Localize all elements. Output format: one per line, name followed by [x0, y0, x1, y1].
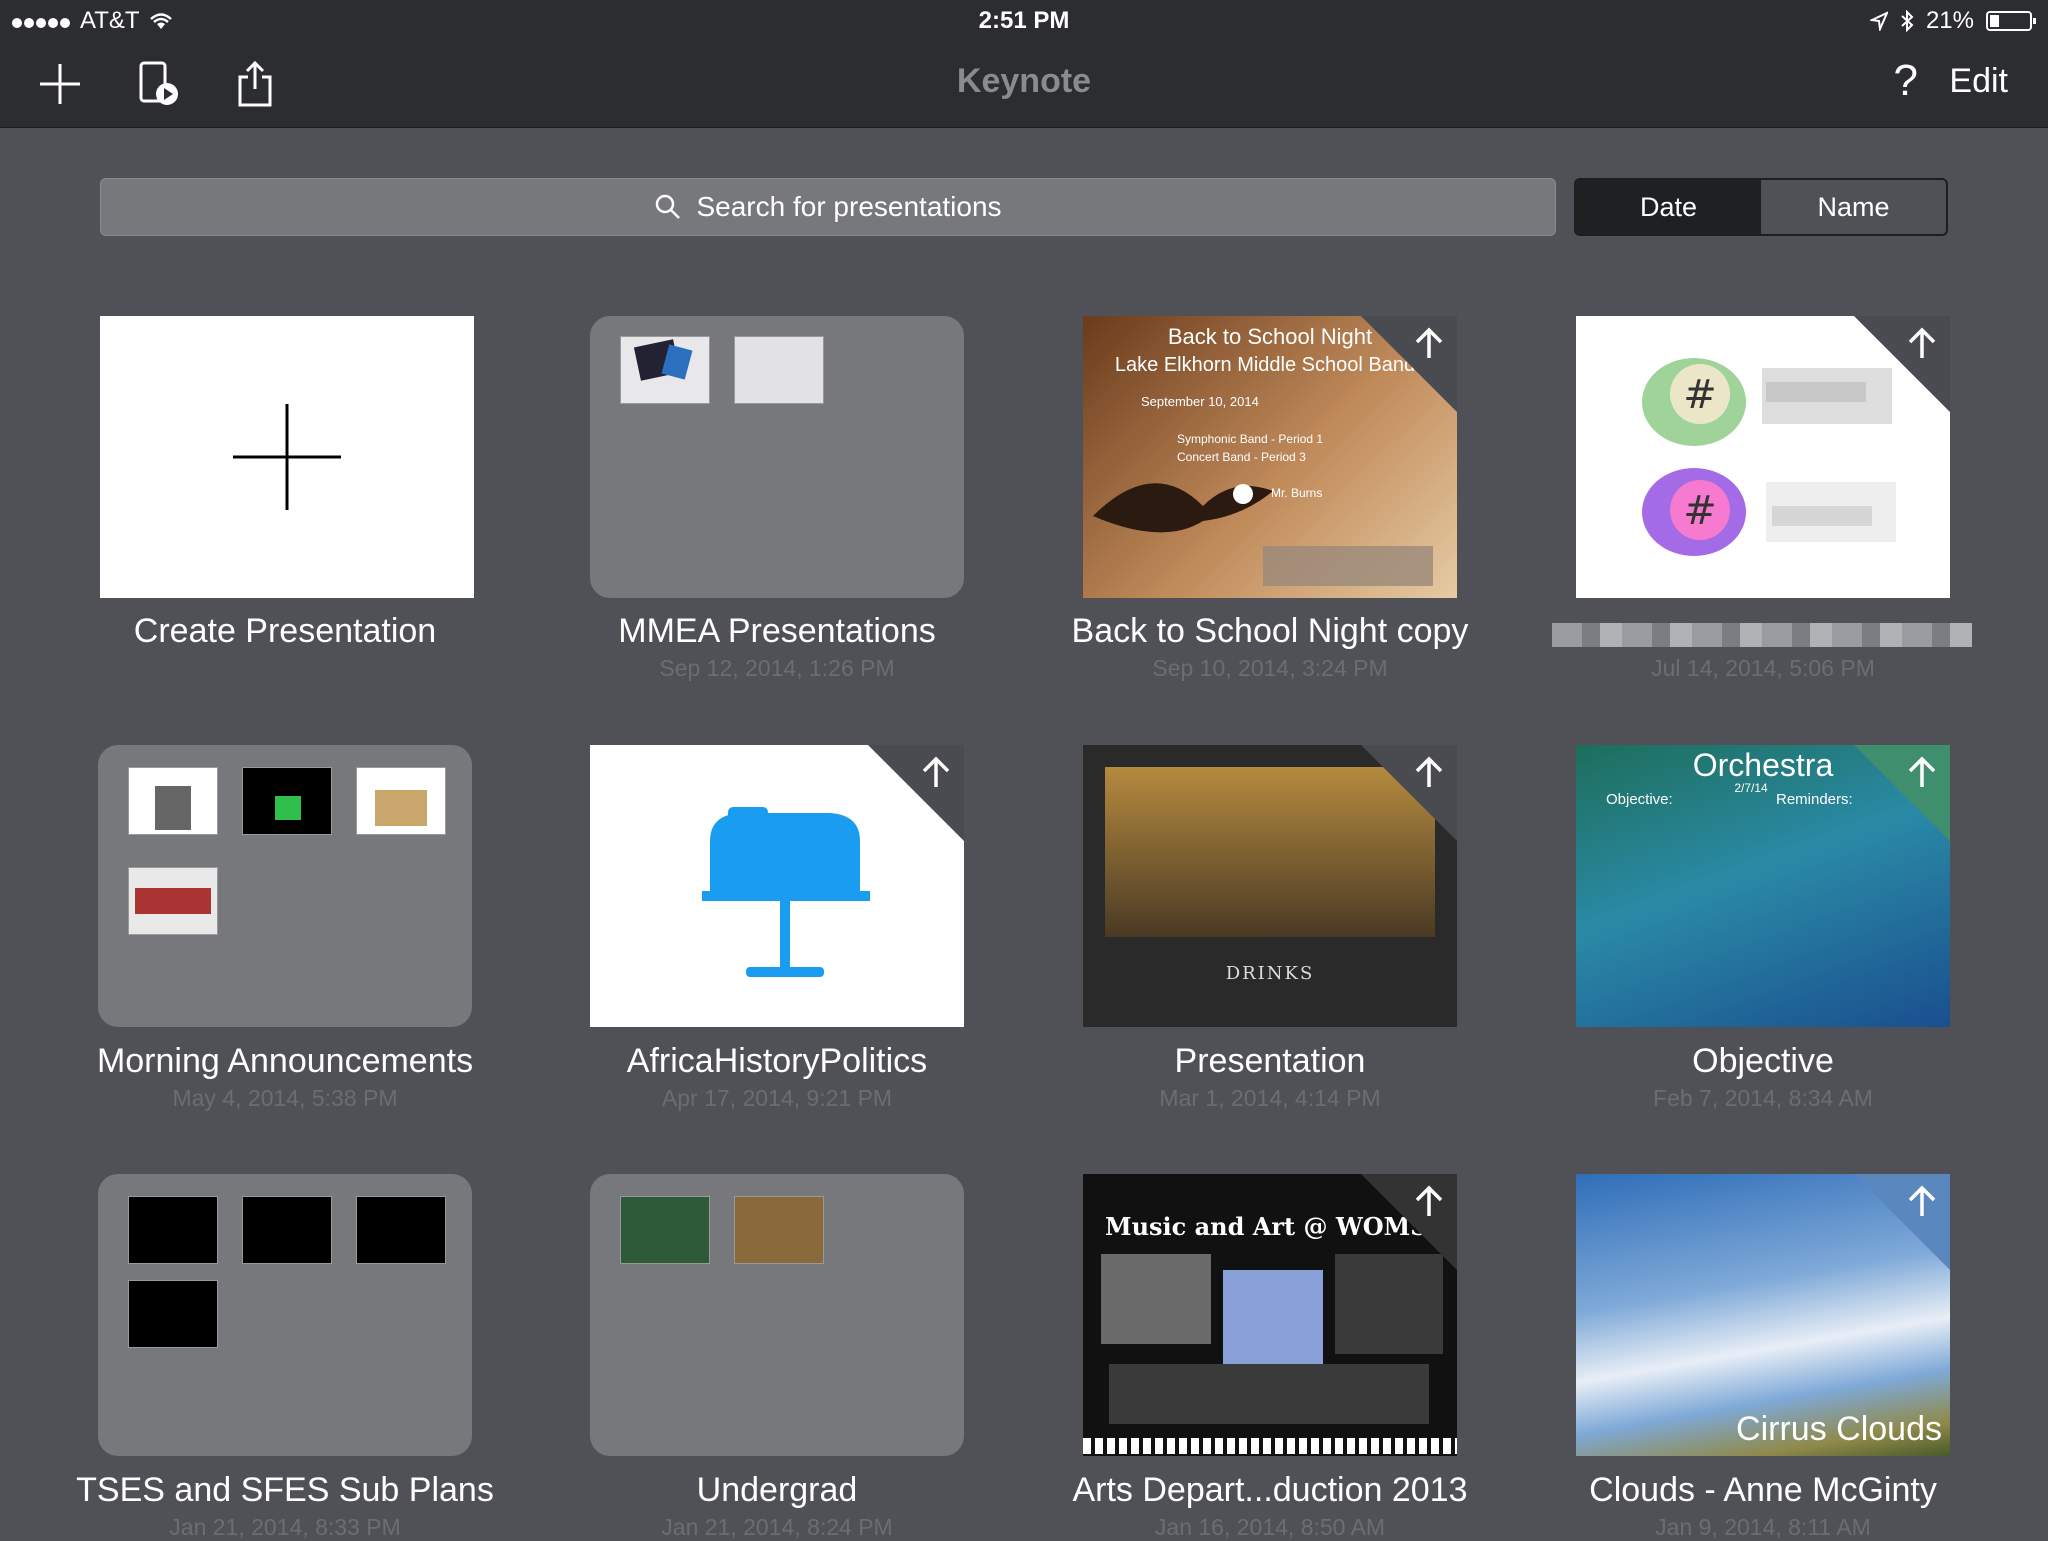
toolbar: Keynote ? Edit: [0, 40, 2048, 128]
svg-text:#: #: [1683, 372, 1717, 418]
mini-slide: [128, 767, 218, 835]
slide-photo: [1101, 1254, 1211, 1344]
tile-title: Morning Announcements: [96, 1042, 474, 1080]
slide-label: Objective:: [1606, 791, 1673, 808]
tile-title: Back to School Night copy: [1071, 612, 1469, 650]
tile-title: TSES and SFES Sub Plans: [76, 1471, 494, 1509]
redacted-block: [1109, 1364, 1429, 1424]
folder-thumb: [98, 745, 472, 1027]
mini-slide: [128, 867, 218, 935]
tile-title: Presentation: [1174, 1042, 1366, 1080]
slide-title: Cirrus Clouds: [1736, 1410, 1942, 1448]
plus-icon: [233, 404, 341, 510]
presentation-tile[interactable]: # #: [1576, 316, 1950, 598]
tile-title: Clouds - Anne McGinty: [1589, 1471, 1937, 1509]
mini-slide: [620, 1196, 710, 1264]
slide-line: Concert Band - Period 3: [1177, 450, 1306, 464]
edit-button[interactable]: Edit: [1949, 62, 2008, 101]
presentation-tile[interactable]: Music and Art @ WOMS: [1083, 1174, 1457, 1456]
presentation-thumb: Cirrus Clouds: [1576, 1174, 1950, 1456]
tile-date: Jan 16, 2014, 8:50 AM: [1154, 1514, 1386, 1540]
slide-photo: [1223, 1270, 1323, 1366]
battery-percent: 21%: [1925, 7, 1974, 34]
presentation-thumb: Orchestra 2/7/14 Objective: Reminders:: [1576, 745, 1950, 1027]
bluetooth-icon: [1901, 10, 1914, 32]
folder-thumb: [98, 1174, 472, 1456]
folder-tile[interactable]: [98, 1174, 472, 1456]
mini-slide: [128, 1196, 218, 1264]
mini-slide: [128, 1280, 218, 1348]
mini-slide: [734, 1196, 824, 1264]
sort-date-button[interactable]: Date: [1576, 180, 1761, 234]
upload-arrow-icon[interactable]: [1411, 1184, 1447, 1220]
tile-date: Apr 17, 2014, 9:21 PM: [661, 1085, 893, 1111]
mini-slide: [734, 336, 824, 404]
help-button[interactable]: ?: [1894, 56, 1918, 106]
folder-thumb: [590, 316, 964, 598]
search-placeholder: Search for presentations: [696, 191, 1002, 222]
tile-date: Sep 12, 2014, 1:26 PM: [659, 655, 895, 681]
slide-date: September 10, 2014: [1141, 394, 1259, 409]
tile-date: Mar 1, 2014, 4:14 PM: [1159, 1085, 1381, 1111]
tile-title: Arts Depart...duction 2013: [1072, 1471, 1468, 1509]
folder-tile[interactable]: [590, 316, 964, 598]
tile-date: Jul 14, 2014, 5:06 PM: [1651, 655, 1875, 681]
status-right: 21%: [1869, 7, 2036, 35]
presentation-tile[interactable]: DRINKS: [1083, 745, 1457, 1027]
presentation-tile[interactable]: [590, 745, 964, 1027]
slide-line: Symphonic Band - Period 1: [1177, 432, 1324, 446]
tile-date: Jan 21, 2014, 8:33 PM: [169, 1514, 401, 1540]
piano-keys: [1083, 1438, 1457, 1454]
slide-title: DRINKS: [1225, 963, 1315, 984]
svg-text:#: #: [1683, 488, 1717, 534]
presentation-thumb: [590, 745, 964, 1027]
tile-title: Undergrad: [696, 1471, 858, 1509]
tile-date: Jan 21, 2014, 8:24 PM: [661, 1514, 893, 1540]
clock: 2:51 PM: [978, 7, 1070, 34]
mini-slide: [620, 336, 710, 404]
tile-date: May 4, 2014, 5:38 PM: [172, 1085, 398, 1111]
mini-slide: [242, 1196, 332, 1264]
tile-title: Objective: [1692, 1042, 1834, 1080]
tile-title: MMEA Presentations: [618, 612, 936, 650]
tile-title: Create Presentation: [133, 612, 437, 650]
upload-arrow-icon[interactable]: [1411, 755, 1447, 791]
slide-label: Reminders:: [1776, 791, 1853, 808]
mini-slide: [242, 767, 332, 835]
mini-slide: [356, 1196, 446, 1264]
upload-arrow-icon[interactable]: [1904, 326, 1940, 362]
app-title: Keynote: [956, 62, 1092, 100]
presentation-thumb: Music and Art @ WOMS: [1083, 1174, 1457, 1456]
tile-date: Sep 10, 2014, 3:24 PM: [1152, 655, 1388, 681]
presentation-tile[interactable]: Back to School Night Lake Elkhorn Middle…: [1083, 316, 1457, 598]
tablet-image: [633, 339, 693, 381]
presentation-thumb: DRINKS: [1083, 745, 1457, 1027]
slide-teacher: Mr. Burns: [1271, 486, 1323, 500]
status-bar: AT&T 2:51 PM 21%: [0, 0, 2048, 40]
upload-arrow-icon[interactable]: [1411, 326, 1447, 362]
tile-date: Jan 9, 2014, 8:11 AM: [1655, 1514, 1871, 1540]
search-icon: [656, 194, 681, 219]
create-presentation-tile[interactable]: [100, 316, 474, 598]
search-input[interactable]: Search for presentations: [100, 178, 1556, 236]
mini-slide: [356, 767, 446, 835]
create-thumb: [100, 316, 474, 598]
tile-date: Feb 7, 2014, 8:34 AM: [1653, 1085, 1873, 1111]
folder-tile[interactable]: [98, 745, 472, 1027]
location-icon: [1869, 11, 1888, 31]
folder-thumb: [590, 1174, 964, 1456]
upload-arrow-icon[interactable]: [1904, 755, 1940, 791]
tile-title: AfricaHistoryPolitics: [626, 1042, 928, 1080]
presentation-thumb: Back to School Night Lake Elkhorn Middle…: [1083, 316, 1457, 598]
sort-name-button[interactable]: Name: [1761, 180, 1946, 234]
upload-arrow-icon[interactable]: [1904, 1184, 1940, 1220]
battery-icon: [1986, 11, 2036, 31]
sort-control: Date Name: [1574, 178, 1948, 236]
folder-tile[interactable]: [590, 1174, 964, 1456]
upload-arrow-icon[interactable]: [918, 755, 954, 791]
presentation-thumb: # #: [1576, 316, 1950, 598]
presentation-tile[interactable]: Orchestra 2/7/14 Objective: Reminders:: [1576, 745, 1950, 1027]
presentation-tile[interactable]: Cirrus Clouds: [1576, 1174, 1950, 1456]
redacted-title: [1552, 623, 1972, 647]
